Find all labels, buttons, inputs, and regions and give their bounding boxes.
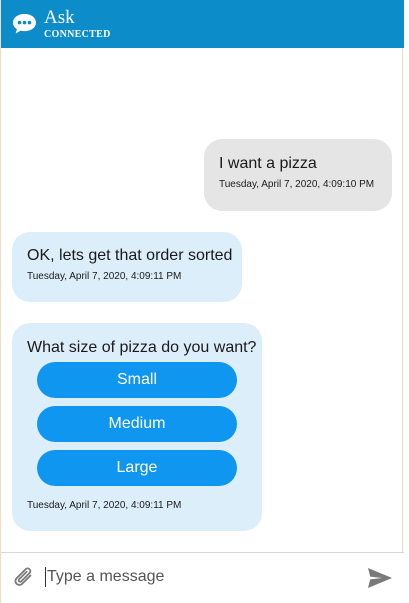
send-icon[interactable] xyxy=(367,567,393,589)
chat-window: Ask CONNECTED I want a pizza Tuesday, Ap… xyxy=(0,0,404,603)
paperclip-icon[interactable] xyxy=(11,565,37,591)
message-timestamp: Tuesday, April 7, 2020, 4:09:10 PM xyxy=(219,179,375,190)
message-input[interactable] xyxy=(47,565,347,589)
message-timestamp: Tuesday, April 7, 2020, 4:09:11 PM xyxy=(27,500,182,511)
message-text: I want a pizza xyxy=(219,155,317,172)
message-text: What size of pizza do you want? xyxy=(27,339,257,356)
chat-bubble-icon xyxy=(13,14,36,34)
text-caret xyxy=(45,567,46,587)
chat-header: Ask CONNECTED xyxy=(1,0,404,48)
choice-button-large[interactable]: Large xyxy=(37,450,237,486)
message-composer xyxy=(1,552,404,603)
choice-button-medium[interactable]: Medium xyxy=(37,406,237,442)
message-text: OK, lets get that order sorted xyxy=(27,247,233,264)
choice-button-small[interactable]: Small xyxy=(37,362,237,398)
chat-title: Ask xyxy=(44,7,75,28)
connection-status: CONNECTED xyxy=(44,29,111,40)
message-timestamp: Tuesday, April 7, 2020, 4:09:11 PM xyxy=(27,271,182,282)
user-message-bubble: I want a pizza Tuesday, April 7, 2020, 4… xyxy=(204,139,392,211)
bot-message-bubble: What size of pizza do you want? Small Me… xyxy=(12,323,262,531)
bot-message-bubble: OK, lets get that order sorted Tuesday, … xyxy=(12,232,242,302)
